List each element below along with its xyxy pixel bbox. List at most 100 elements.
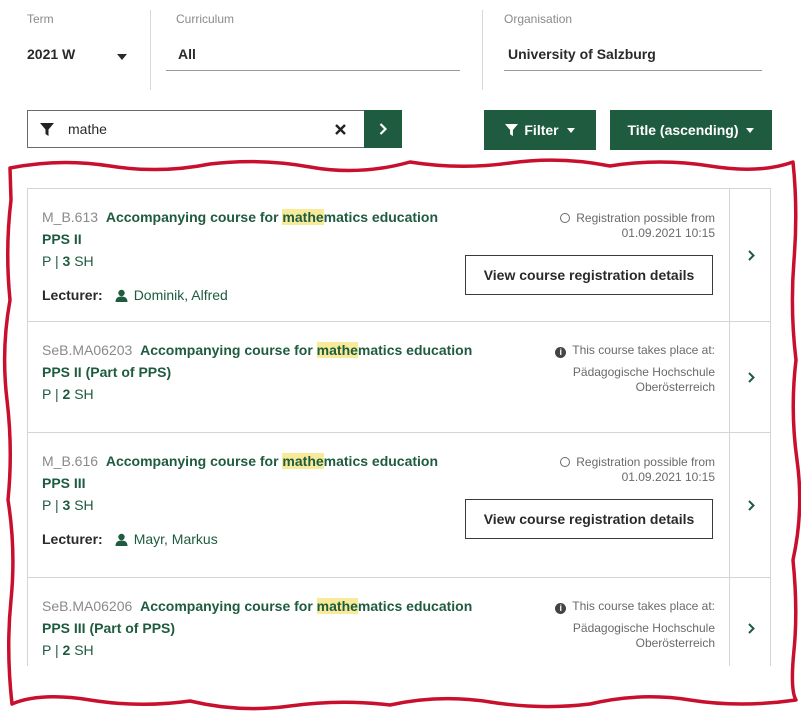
course-hours: 3 (62, 497, 71, 513)
lecturer: Lecturer: Dominik, Alfred (42, 287, 228, 303)
organisation-value: University of Salzburg (508, 46, 656, 62)
location-info-label: This course takes place at: (572, 599, 715, 613)
course-row[interactable]: SeB.MA06203 Accompanying course for math… (28, 322, 770, 433)
filter-icon (505, 123, 519, 136)
course-hours: 2 (62, 386, 71, 402)
course-title-line[interactable]: M_B.613 Accompanying course for mathemat… (42, 209, 438, 225)
course-code: M_B.613 (42, 209, 99, 225)
course-title-end: matics education (357, 598, 473, 614)
course-code: SeB.MA06206 (42, 598, 133, 614)
lecturer-name[interactable]: Dominik, Alfred (134, 287, 228, 303)
course-title-line[interactable]: SeB.MA06203 Accompanying course for math… (42, 342, 472, 358)
location-info: i This course takes place at: Pädagogisch… (555, 343, 715, 395)
chevron-right-icon (379, 123, 387, 135)
course-unit: SH (74, 253, 94, 269)
search-highlight: mathe (316, 342, 358, 358)
registration-info: Registration possible from 01.09.2021 10… (560, 211, 715, 241)
lecturer: Lecturer: Mayr, Markus (42, 531, 218, 547)
location-line2: Oberösterreich (635, 636, 715, 650)
course-hours: 3 (62, 253, 71, 269)
filter-icon (40, 123, 54, 136)
location-line1: Pädagogische Hochschule (572, 621, 715, 635)
search-highlight: mathe (282, 453, 324, 469)
course-row[interactable]: M_B.616 Accompanying course for mathemat… (28, 433, 770, 578)
course-hours: 2 (62, 642, 71, 658)
sort-button[interactable]: Title (ascending) (610, 110, 772, 150)
filter-button[interactable]: Filter (484, 110, 596, 150)
course-unit: SH (74, 386, 94, 402)
location-info: i This course takes place at: Pädagogisch… (555, 599, 715, 651)
lecturer-name[interactable]: Mayr, Markus (134, 531, 218, 547)
search-submit-button[interactable] (364, 110, 402, 148)
lecturer-label: Lecturer: (42, 287, 103, 303)
course-code: M_B.616 (42, 453, 99, 469)
view-registration-button[interactable]: View course registration details (465, 255, 713, 295)
course-meta: P | 2 SH (42, 386, 94, 402)
course-meta: P | 3 SH (42, 253, 94, 269)
location-line1: Pädagogische Hochschule (572, 365, 715, 379)
chevron-right-icon (747, 622, 755, 634)
term-select[interactable]: 2021 W (27, 40, 139, 70)
clock-icon (560, 213, 571, 223)
course-title-line[interactable]: SeB.MA06206 Accompanying course for math… (42, 598, 472, 614)
course-meta: P | 3 SH (42, 497, 94, 513)
course-title-line2: PPS II (42, 231, 82, 247)
course-open-button[interactable] (729, 433, 770, 577)
caret-down-icon (117, 54, 127, 60)
user-icon (115, 533, 128, 546)
chevron-right-icon (747, 499, 755, 511)
view-registration-button[interactable]: View course registration details (465, 499, 713, 539)
info-icon: i (555, 603, 567, 614)
course-title-end: matics education (357, 342, 473, 358)
organisation-field[interactable]: University of Salzburg (504, 40, 762, 70)
location-line2: Oberösterreich (635, 380, 715, 394)
filter-button-label: Filter (524, 122, 559, 138)
course-row[interactable]: M_B.613 Accompanying course for mathemat… (28, 189, 770, 322)
course-list: M_B.613 Accompanying course for mathemat… (27, 188, 771, 666)
course-open-button[interactable] (729, 189, 770, 321)
course-open-button[interactable] (729, 322, 770, 432)
search-input[interactable]: mathe (27, 110, 364, 148)
curriculum-underline (166, 70, 460, 71)
course-title-start: Accompanying course for (105, 209, 283, 225)
search-highlight: mathe (316, 598, 358, 614)
location-info-label: This course takes place at: (572, 343, 715, 357)
registration-info-label: Registration possible from (576, 211, 715, 225)
lecturer-label: Lecturer: (42, 531, 103, 547)
course-title-end: matics education (323, 209, 439, 225)
curriculum-label: Curriculum (176, 12, 235, 26)
course-title-start: Accompanying course for (140, 342, 317, 358)
registration-info: Registration possible from 01.09.2021 10… (560, 455, 715, 485)
chevron-right-icon (747, 371, 755, 383)
info-icon: i (555, 347, 567, 358)
caret-down-icon (566, 127, 575, 133)
organisation-label: Organisation (504, 12, 573, 26)
course-unit: SH (74, 642, 94, 658)
course-title-line2: PPS II (Part of PPS) (42, 364, 172, 380)
course-title-start: Accompanying course for (140, 598, 317, 614)
curriculum-field[interactable]: All (176, 40, 460, 70)
caret-down-icon (746, 127, 755, 133)
course-type: P (42, 642, 52, 658)
course-unit: SH (74, 497, 94, 513)
course-title-end: matics education (323, 453, 439, 469)
term-value: 2021 W (27, 46, 76, 62)
course-type: P (42, 497, 52, 513)
registration-date: 01.09.2021 10:15 (621, 226, 715, 240)
course-code: SeB.MA06203 (42, 342, 133, 358)
course-open-button[interactable] (729, 578, 770, 666)
divider (150, 10, 151, 90)
course-title-line2: PPS III (42, 475, 86, 491)
chevron-right-icon (747, 249, 755, 261)
course-title-line2: PPS III (Part of PPS) (42, 620, 176, 636)
course-type: P (42, 253, 52, 269)
user-icon (115, 289, 128, 302)
course-title-start: Accompanying course for (105, 453, 283, 469)
registration-date: 01.09.2021 10:15 (621, 470, 715, 484)
course-title-line[interactable]: M_B.616 Accompanying course for mathemat… (42, 453, 438, 469)
term-label: Term (27, 12, 54, 26)
search-highlight: mathe (282, 209, 324, 225)
clear-icon[interactable] (335, 124, 346, 135)
curriculum-value: All (178, 46, 196, 62)
course-row[interactable]: SeB.MA06206 Accompanying course for math… (28, 578, 770, 666)
